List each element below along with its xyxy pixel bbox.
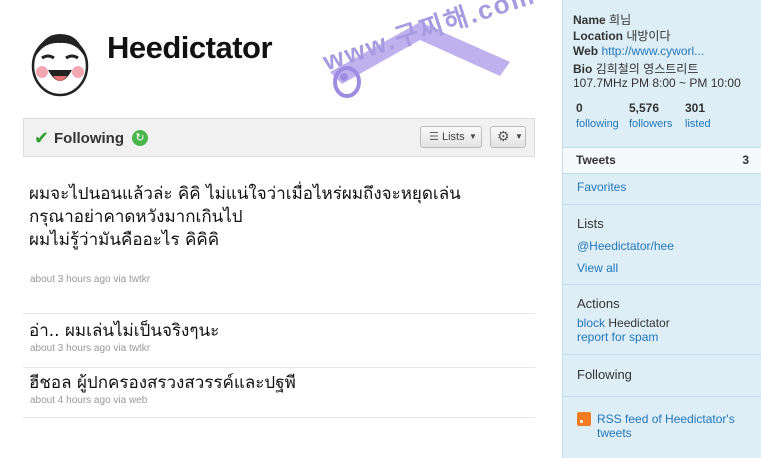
divider <box>563 204 761 205</box>
main-column: Heedictator www.구찌해.com ✔ Following ↻ ☰ … <box>0 0 562 458</box>
profile-sidebar: Name 희님 Location 내방이다 Web http://www.cyw… <box>562 0 761 458</box>
report-spam-link[interactable]: report for spam <box>577 330 658 344</box>
profile-location-row: Location 내방이다 <box>573 27 671 44</box>
tweet-timestamp-link[interactable]: about 3 hours ago <box>30 343 111 354</box>
profile-name-row: Name 희님 <box>573 11 631 28</box>
lists-button[interactable]: ☰ Lists ▼ <box>420 126 482 148</box>
tweet-source-link[interactable]: web <box>129 395 147 406</box>
via-label: via <box>113 395 127 406</box>
tweet-meta: about 3 hours ago via twtkr <box>23 274 150 285</box>
web-label: Web <box>573 44 599 58</box>
tweet-source-link[interactable]: twtkr <box>129 343 150 354</box>
followers-label: followers <box>629 118 673 130</box>
tweet-source-link[interactable]: twtkr <box>129 274 150 285</box>
tweets-label: Tweets <box>576 153 616 167</box>
followers-count: 5,576 <box>629 101 660 115</box>
divider <box>563 396 761 397</box>
block-user: Heedictator <box>608 316 670 330</box>
name-value: 희님 <box>609 13 632 27</box>
list-link[interactable]: @Heedictator/hee <box>577 239 674 253</box>
bio-value: 김희철의 영스트리트 <box>595 62 699 76</box>
stat-followers[interactable]: 5,576 followers <box>629 101 672 130</box>
name-label: Name <box>573 13 606 27</box>
tweets-count: 3 <box>742 153 749 167</box>
check-icon: ✔ <box>34 128 50 148</box>
stat-listed[interactable]: 301 listed <box>685 101 711 130</box>
block-action: block Heedictator <box>577 316 670 330</box>
chevron-down-icon: ▼ <box>515 132 523 141</box>
tweet-text: อ่า.. ผมเล่นไม่เป็นจริงๆนะ <box>29 321 220 341</box>
profile-username: Heedictator <box>107 30 273 65</box>
chevron-down-icon: ▼ <box>469 132 477 141</box>
divider <box>563 284 761 285</box>
location-value: 내방이다 <box>626 29 671 43</box>
tweet-item: ผมจะไปนอนแล้วล่ะ คิคิ ไม่แน่ใจว่าเมื่อไห… <box>23 183 535 314</box>
via-label: via <box>113 274 127 285</box>
sidebar-item-tweets[interactable]: Tweets 3 <box>563 147 761 174</box>
location-label: Location <box>573 29 623 43</box>
tweet-meta: about 3 hours ago via twtkr <box>23 343 535 354</box>
tweet-timestamp-link[interactable]: about 4 hours ago <box>30 395 111 406</box>
via-label: via <box>113 343 127 354</box>
following-heading: Following <box>577 367 632 382</box>
tweet-text: ฮีชอล ผู้ปกครองสรวงสวรรค์และปฐพี <box>29 373 296 393</box>
settings-menu-button[interactable]: ⚙ ▼ <box>490 126 526 148</box>
stat-following[interactable]: 0 following <box>576 101 619 130</box>
divider <box>563 354 761 355</box>
actions-heading: Actions <box>577 296 620 311</box>
refresh-icon[interactable]: ↻ <box>132 130 148 146</box>
following-label: following <box>576 118 619 130</box>
profile-web-row: Web http://www.cyworl... <box>573 44 704 58</box>
web-link[interactable]: http://www.cyworl... <box>601 44 704 58</box>
tweet-text: ผมจะไปนอนแล้วล่ะ คิคิ ไม่แน่ใจว่าเมื่อไห… <box>29 184 461 250</box>
tweet-item: อ่า.. ผมเล่นไม่เป็นจริงๆนะ about 3 hours… <box>23 315 535 368</box>
follow-bar: ✔ Following ↻ ☰ Lists ▼ ⚙ ▼ <box>23 118 535 157</box>
listed-label: listed <box>685 118 711 130</box>
sidebar-item-favorites[interactable]: Favorites <box>577 180 626 194</box>
list-icon: ☰ <box>429 131 439 143</box>
tweet-meta: about 4 hours ago via web <box>23 395 535 406</box>
tweet-timestamp-link[interactable]: about 3 hours ago <box>30 274 111 285</box>
gear-icon: ⚙ <box>497 128 510 144</box>
avatar[interactable] <box>28 28 92 98</box>
lists-heading: Lists <box>577 216 604 231</box>
profile-bio-row: Bio 김희철의 영스트리트 <box>573 60 698 77</box>
following-count: 0 <box>576 101 583 115</box>
rss-feed-link[interactable]: RSS feed of Heedictator's tweets <box>597 412 747 440</box>
following-status[interactable]: Following <box>54 130 124 147</box>
listed-count: 301 <box>685 101 706 115</box>
bio-label: Bio <box>573 62 593 76</box>
bio-line-2: 107.7MHz PM 8:00 ~ PM 10:00 <box>573 76 741 90</box>
tweet-item: ฮีชอล ผู้ปกครองสรวงสวรรค์และปฐพี about 4… <box>23 369 535 418</box>
rss-icon[interactable] <box>577 412 591 426</box>
block-link[interactable]: block <box>577 316 605 330</box>
lists-button-label: Lists <box>442 131 465 143</box>
view-all-lists-link[interactable]: View all <box>577 261 618 275</box>
